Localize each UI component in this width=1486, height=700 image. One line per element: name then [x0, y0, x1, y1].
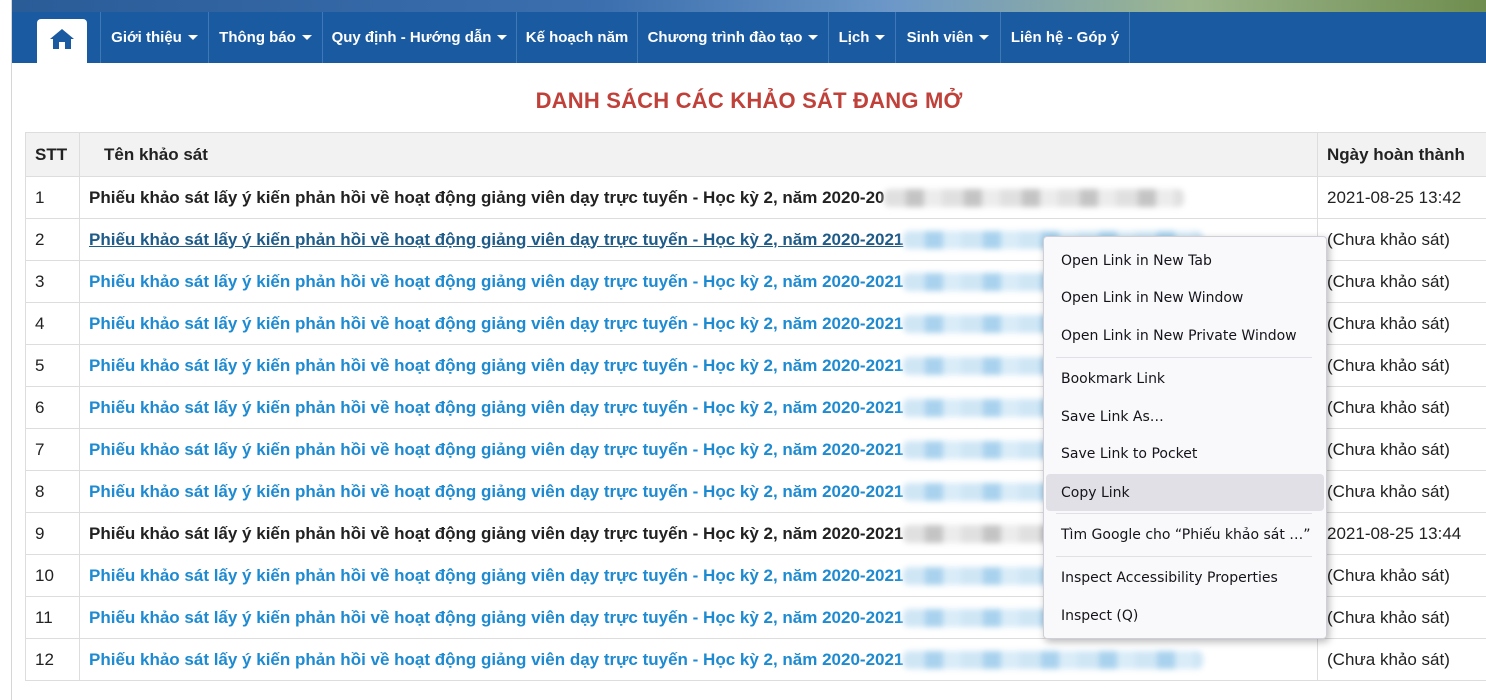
survey-link[interactable]: Phiếu khảo sát lấy ý kiến phản hồi về ho… [89, 188, 884, 207]
row-date: (Chưa khảo sát) [1317, 344, 1486, 387]
table-row: 1 Phiếu khảo sát lấy ý kiến phản hồi về … [25, 176, 1486, 219]
header-date: Ngày hoàn thành [1317, 132, 1486, 177]
survey-link[interactable]: Phiếu khảo sát lấy ý kiến phản hồi về ho… [89, 398, 903, 417]
nav-item-sinh-vien[interactable]: Sinh viên [895, 12, 1000, 63]
nav-item-thong-bao[interactable]: Thông báo [208, 12, 322, 63]
menu-save-to-pocket[interactable]: Save Link to Pocket [1046, 437, 1324, 471]
row-stt: 7 [25, 428, 80, 471]
menu-separator [1056, 556, 1312, 557]
nav-item-ke-hoach-nam[interactable]: Kế hoạch năm [516, 12, 637, 63]
menu-save-link-as[interactable]: Save Link As… [1046, 400, 1324, 434]
survey-link[interactable]: Phiếu khảo sát lấy ý kiến phản hồi về ho… [89, 566, 903, 585]
row-date: (Chưa khảo sát) [1317, 554, 1486, 597]
row-stt: 4 [25, 302, 80, 345]
row-stt: 2 [25, 218, 80, 261]
row-date: (Chưa khảo sát) [1317, 302, 1486, 345]
caret-down-icon [497, 35, 508, 40]
caret-down-icon [808, 35, 819, 40]
menu-copy-link[interactable]: Copy Link [1046, 474, 1324, 511]
nav-item-chuong-trinh-dao-tao[interactable]: Chương trình đào tạo [637, 12, 828, 63]
header-stt: STT [25, 132, 80, 177]
table-header-row: STT Tên khảo sát Ngày hoàn thành [25, 132, 1486, 177]
row-stt: 9 [25, 512, 80, 555]
caret-down-icon [187, 35, 198, 40]
survey-link[interactable]: Phiếu khảo sát lấy ý kiến phản hồi về ho… [89, 272, 903, 291]
menu-open-new-window[interactable]: Open Link in New Window [1046, 281, 1324, 315]
survey-link[interactable]: Phiếu khảo sát lấy ý kiến phản hồi về ho… [89, 314, 903, 333]
nav-item-quy-dinh[interactable]: Quy định - Hướng dẫn [322, 12, 516, 63]
row-stt: 10 [25, 554, 80, 597]
row-stt: 3 [25, 260, 80, 303]
menu-inspect[interactable]: Inspect (Q) [1046, 599, 1324, 633]
caret-down-icon [875, 35, 886, 40]
context-menu: Open Link in New Tab Open Link in New Wi… [1043, 236, 1327, 639]
row-stt: 1 [25, 176, 80, 219]
nav-item-lien-he[interactable]: Liên hệ - Góp ý [1000, 12, 1130, 63]
row-date: 2021-08-25 13:44 [1317, 512, 1486, 555]
survey-link[interactable]: Phiếu khảo sát lấy ý kiến phản hồi về ho… [89, 440, 903, 459]
row-date: (Chưa khảo sát) [1317, 638, 1486, 681]
row-date: (Chưa khảo sát) [1317, 470, 1486, 513]
caret-down-icon [301, 35, 312, 40]
survey-link[interactable]: Phiếu khảo sát lấy ý kiến phản hồi về ho… [89, 608, 903, 627]
menu-inspect-accessibility[interactable]: Inspect Accessibility Properties [1046, 561, 1324, 595]
header-banner [12, 0, 1486, 12]
survey-link[interactable]: Phiếu khảo sát lấy ý kiến phản hồi về ho… [89, 356, 903, 375]
row-date: (Chưa khảo sát) [1317, 428, 1486, 471]
survey-link[interactable]: Phiếu khảo sát lấy ý kiến phản hồi về ho… [89, 650, 903, 669]
row-date: (Chưa khảo sát) [1317, 386, 1486, 429]
caret-down-icon [979, 35, 990, 40]
row-date: (Chưa khảo sát) [1317, 260, 1486, 303]
home-icon [49, 28, 75, 55]
row-stt: 6 [25, 386, 80, 429]
row-date: (Chưa khảo sát) [1317, 596, 1486, 639]
menu-open-private-window[interactable]: Open Link in New Private Window [1046, 319, 1324, 353]
row-date: 2021-08-25 13:42 [1317, 176, 1486, 219]
row-stt: 5 [25, 344, 80, 387]
row-stt: 8 [25, 470, 80, 513]
survey-link[interactable]: Phiếu khảo sát lấy ý kiến phản hồi về ho… [89, 230, 903, 249]
row-name: Phiếu khảo sát lấy ý kiến phản hồi về ho… [79, 176, 1318, 219]
menu-bookmark-link[interactable]: Bookmark Link [1046, 362, 1324, 396]
row-stt: 11 [25, 596, 80, 639]
redacted-text [884, 189, 1185, 208]
nav-item-lich[interactable]: Lịch [828, 12, 895, 63]
header-name: Tên khảo sát [79, 132, 1318, 177]
main-navbar: Giới thiệu Thông báo Quy định - Hướng dẫ… [12, 12, 1486, 63]
survey-link[interactable]: Phiếu khảo sát lấy ý kiến phản hồi về ho… [89, 482, 903, 501]
menu-separator [1056, 513, 1312, 514]
nav-home-button[interactable] [37, 19, 87, 63]
row-name: Phiếu khảo sát lấy ý kiến phản hồi về ho… [79, 638, 1318, 681]
redacted-text [903, 651, 1204, 670]
nav-item-gioi-thieu[interactable]: Giới thiệu [100, 12, 208, 63]
menu-separator [1056, 357, 1312, 358]
table-row: 12 Phiếu khảo sát lấy ý kiến phản hồi về… [25, 638, 1486, 681]
row-stt: 12 [25, 638, 80, 681]
page-title: DANH SÁCH CÁC KHẢO SÁT ĐANG MỞ [535, 88, 963, 113]
menu-open-new-tab[interactable]: Open Link in New Tab [1046, 244, 1324, 278]
survey-link[interactable]: Phiếu khảo sát lấy ý kiến phản hồi về ho… [89, 524, 903, 543]
row-date: (Chưa khảo sát) [1317, 218, 1486, 261]
menu-search-google[interactable]: Tìm Google cho “Phiếu khảo sát …” [1046, 518, 1324, 552]
